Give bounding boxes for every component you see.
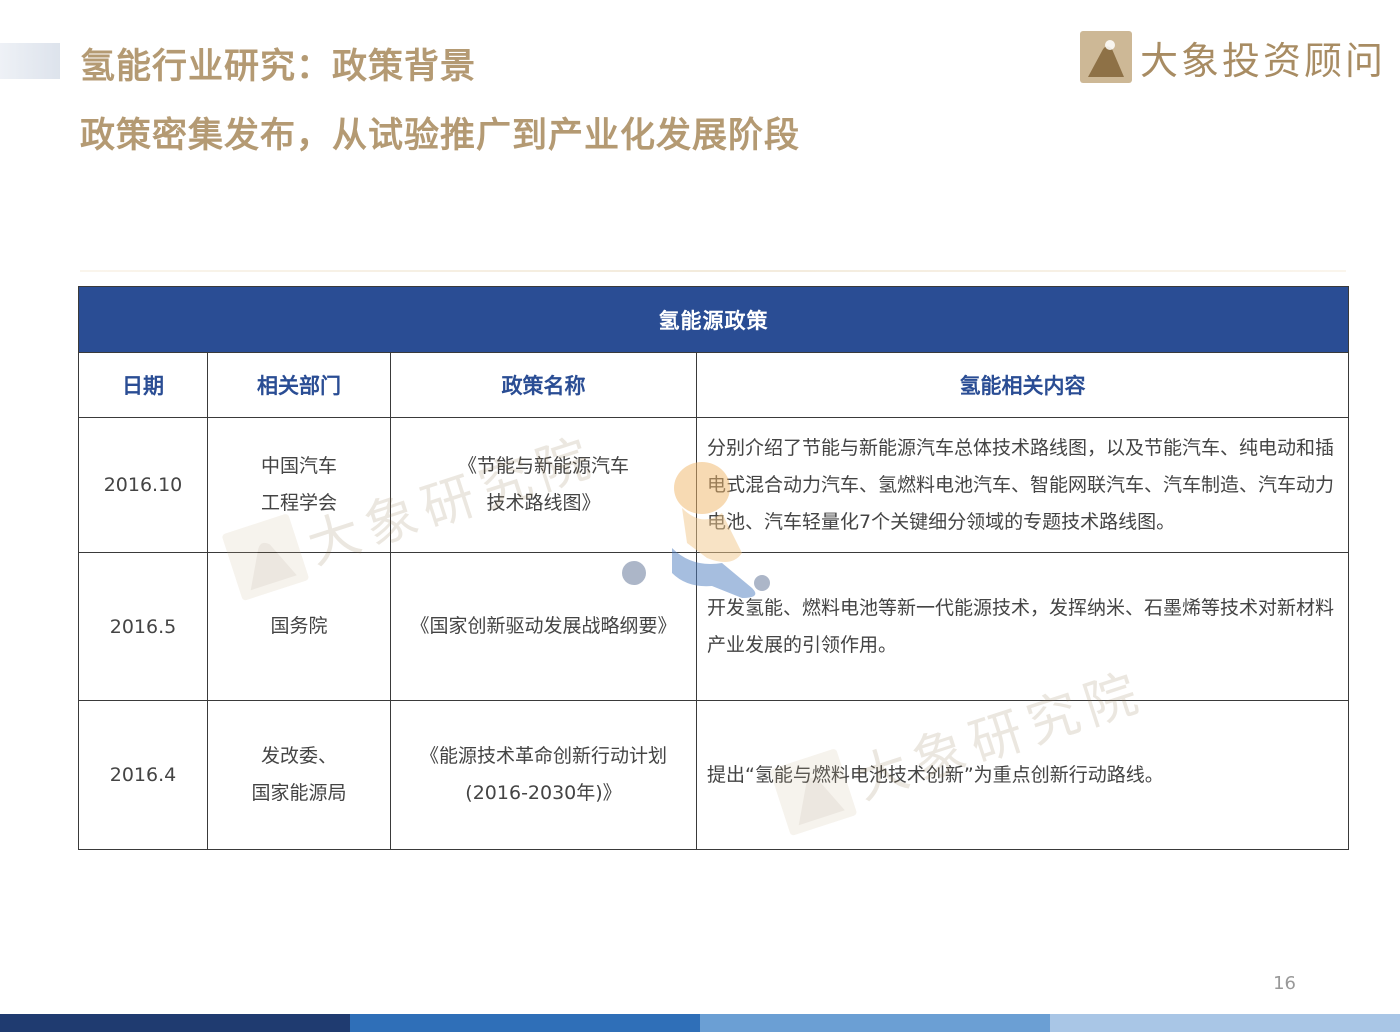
department-cell: 中国汽车 工程学会: [207, 417, 391, 553]
brand-name: 大象投资顾问: [1140, 38, 1387, 83]
table-header-row: 日期 相关部门 政策名称 氢能相关内容: [78, 352, 1349, 418]
department-cell: 国务院: [207, 552, 391, 701]
policy-name-line: (2016-2030年)》: [465, 782, 622, 804]
column-header-policy: 政策名称: [390, 352, 697, 418]
footer-segment: [0, 1014, 350, 1032]
footer-color-bar: [0, 1014, 1400, 1032]
table-row: 2016.10 中国汽车 工程学会 《节能与新能源汽车 技术路线图》 分别介绍了…: [78, 417, 1349, 553]
table-row: 2016.4 发改委、 国家能源局 《能源技术革命创新行动计划 (2016-20…: [78, 700, 1349, 850]
divider-rule: [80, 270, 1346, 272]
page-subtitle: 政策密集发布，从试验推广到产业化发展阶段: [80, 116, 801, 156]
column-header-department: 相关部门: [207, 352, 391, 418]
policy-name-cell: 《节能与新能源汽车 技术路线图》: [390, 417, 697, 553]
page-title: 氢能行业研究：政策背景: [80, 47, 477, 87]
footer-segment: [350, 1014, 700, 1032]
date-cell: 2016.4: [78, 700, 208, 850]
department-cell: 发改委、 国家能源局: [207, 700, 391, 850]
brand-logo-block: 大象投资顾问: [1080, 30, 1386, 84]
table-row: 2016.5 国务院 《国家创新驱动发展战略纲要》 开发氢能、燃料电池等新一代能…: [78, 552, 1349, 701]
content-cell: 提出“氢能与燃料电池技术创新”为重点创新行动路线。: [696, 700, 1349, 850]
content-cell: 开发氢能、燃料电池等新一代能源技术，发挥纳米、石墨烯等技术对新材料产业发展的引领…: [696, 552, 1349, 701]
policy-name-line: 《节能与新能源汽车: [457, 455, 629, 477]
policy-name-line: 《能源技术革命创新行动计划: [419, 745, 667, 767]
elephant-logo-icon: [1080, 31, 1132, 83]
column-header-date: 日期: [78, 352, 208, 418]
date-cell: 2016.10: [78, 417, 208, 553]
content-cell: 分别介绍了节能与新能源汽车总体技术路线图，以及节能汽车、纯电动和插电式混合动力汽…: [696, 417, 1349, 553]
footer-segment: [700, 1014, 1050, 1032]
column-header-content: 氢能相关内容: [696, 352, 1349, 418]
department-line: 发改委、: [260, 745, 337, 767]
hydrogen-policy-table: 氢能源政策 日期 相关部门 政策名称 氢能相关内容 2016.10 中国汽车 工…: [78, 286, 1349, 850]
policy-name-line: 技术路线图》: [486, 492, 601, 514]
policy-name-cell: 《国家创新驱动发展战略纲要》: [390, 552, 697, 701]
date-cell: 2016.5: [78, 552, 208, 701]
department-line: 工程学会: [260, 492, 337, 514]
left-accent-tab: [0, 43, 60, 79]
department-line: 国家能源局: [251, 782, 347, 804]
policy-name-cell: 《能源技术革命创新行动计划 (2016-2030年)》: [390, 700, 697, 850]
table-caption: 氢能源政策: [78, 286, 1349, 353]
footer-segment: [1050, 1014, 1400, 1032]
department-line: 中国汽车: [260, 455, 337, 477]
page-number: 16: [1273, 973, 1296, 994]
